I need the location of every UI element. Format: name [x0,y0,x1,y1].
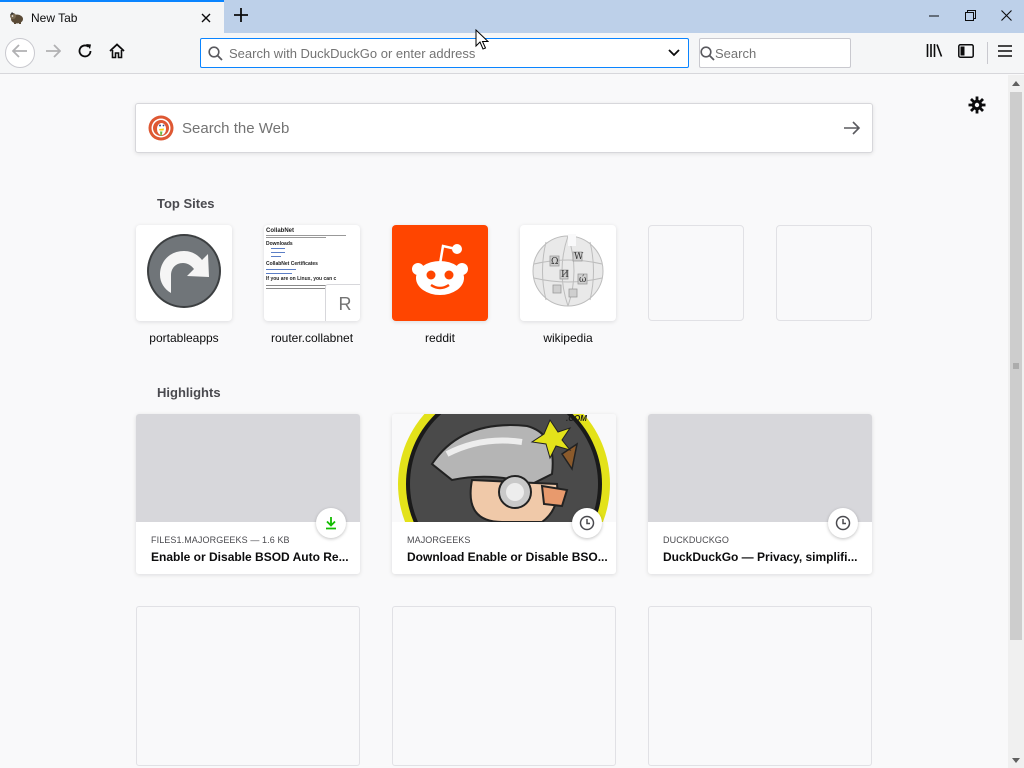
minimize-button[interactable] [916,0,952,33]
page-preview: CollabNet Downloads CollabNet Certificat… [264,225,358,290]
clock-icon [572,508,602,538]
minimize-icon [929,8,939,26]
portableapps-logo-icon [146,233,222,314]
web-search-input[interactable] [182,119,832,137]
tab-strip: New Tab [0,0,1024,33]
top-site-reddit[interactable]: reddit [392,225,488,345]
top-site-empty[interactable] [776,225,872,321]
scrollbar-thumb[interactable] [1010,92,1022,640]
library-button[interactable] [919,38,949,68]
gear-icon[interactable] [966,94,988,116]
search-input[interactable] [715,39,891,67]
scroll-up-arrow-icon[interactable] [1008,75,1024,91]
web-search-box[interactable] [135,103,873,153]
svg-text:W: W [574,252,584,262]
top-site-placeholder [776,225,872,321]
top-site-portableapps[interactable]: portableapps [136,225,232,345]
highlight-placeholder [136,606,360,766]
new-tab-page: Top Sites portableapps CollabNet Downloa… [0,75,1008,768]
restore-icon [964,8,976,26]
close-icon[interactable] [198,10,214,26]
highlight-card[interactable]: FILES1.MAJORGEEKS — 1.6 KB Enable or Dis… [136,414,360,574]
scroll-down-arrow-icon[interactable] [1008,752,1024,768]
highlights-heading: Highlights [157,385,221,400]
close-icon [1000,8,1012,26]
dog-favicon-icon [9,10,25,26]
duckduckgo-logo-icon [148,115,174,141]
highlight-placeholder [648,606,872,766]
reload-icon [77,43,93,64]
tab-new-tab[interactable]: New Tab [0,0,224,33]
image-caption: .COM [566,414,587,423]
home-icon [109,42,125,64]
back-button[interactable] [5,38,35,68]
top-sites-heading: Top Sites [157,196,215,211]
top-site-placeholder [648,225,744,321]
download-icon [316,508,346,538]
top-site-label: portableapps [149,331,219,345]
top-site-empty[interactable] [648,225,744,321]
navigation-toolbar [0,33,1024,74]
svg-text:И: И [561,270,569,280]
address-bar[interactable] [200,38,689,68]
library-icon [926,43,943,63]
svg-text:Ω: Ω [551,257,558,267]
search-icon [201,39,229,67]
search-icon [700,39,715,67]
tab-title: New Tab [31,10,78,25]
clock-icon [828,508,858,538]
top-site-label: router.collabnet [270,331,354,345]
reload-button[interactable] [70,38,100,68]
arrow-left-icon [11,43,28,63]
highlight-title: Download Enable or Disable BSO... [407,550,608,564]
top-site-router-collabnet[interactable]: CollabNet Downloads CollabNet Certificat… [264,225,360,345]
arrow-right-icon [45,43,62,63]
plus-icon [234,7,248,27]
restore-button[interactable] [952,0,988,33]
fallback-letter: R [325,284,360,321]
top-site-tile [392,225,488,321]
home-button[interactable] [102,38,132,68]
highlight-card[interactable]: .COM MAJORGEEKS Download Enable or Disab… [392,414,616,574]
svg-text:ώ: ώ [579,274,586,285]
mouse-cursor-icon [475,29,489,50]
hamburger-menu-icon [998,44,1012,62]
wikipedia-globe-icon: Ω WИώ [531,233,605,313]
reddit-logo-icon [405,240,475,307]
sidebar-button[interactable] [951,38,981,68]
highlight-title: DuckDuckGo — Privacy, simplifi... [663,550,858,564]
highlight-placeholder [392,606,616,766]
toolbar-separator [987,42,988,64]
new-tab-button[interactable] [228,4,254,30]
address-input[interactable] [229,39,660,67]
highlight-image-placeholder [136,414,360,522]
sidebar-icon [958,43,974,63]
top-site-wikipedia[interactable]: Ω WИώ wikipedia [520,225,616,345]
top-site-tile: Ω WИώ [520,225,616,321]
arrow-right-icon[interactable] [832,104,872,152]
majorgeeks-image: .COM [392,414,616,522]
highlight-card[interactable]: DUCKDUCKGO DuckDuckGo — Privacy, simplif… [648,414,872,574]
vertical-scrollbar[interactable] [1008,75,1024,768]
forward-button[interactable] [38,38,68,68]
search-bar[interactable] [699,38,891,68]
highlight-title: Enable or Disable BSOD Auto Re... [151,550,349,564]
close-window-button[interactable] [988,0,1024,33]
top-site-label: reddit [424,331,456,345]
top-site-tile: CollabNet Downloads CollabNet Certificat… [264,225,360,321]
top-site-tile [136,225,232,321]
highlight-image-placeholder [648,414,872,522]
chevron-down-icon[interactable] [660,39,688,67]
menu-button[interactable] [990,38,1020,68]
top-site-label: wikipedia [543,331,593,345]
